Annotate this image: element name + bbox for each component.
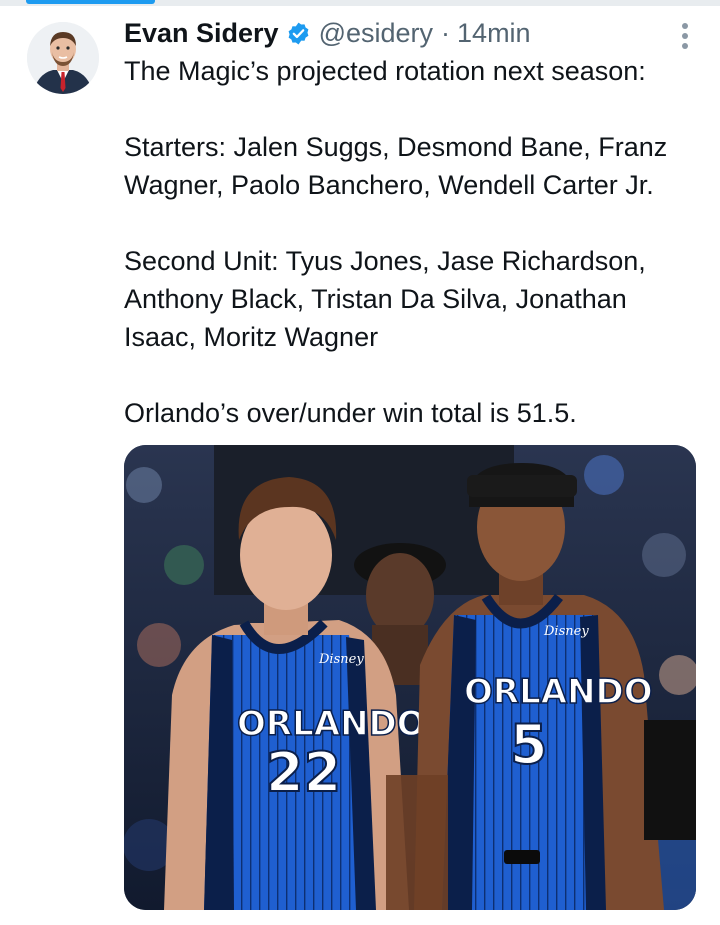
tweet-paragraph: Starters: Jalen Suggs, Desmond Bane, Fra…	[124, 132, 668, 200]
left-jersey-sponsor: Disney	[318, 652, 364, 667]
tweet: Evan Sidery @esidery · 14min The Magic’s…	[124, 14, 699, 432]
more-options-icon[interactable]	[681, 22, 689, 50]
players-photo: ORLANDO 22 Disney ORLANDO 5 Disney	[124, 445, 696, 910]
author-name[interactable]: Evan Sidery	[124, 18, 279, 49]
tweet-paragraph: Second Unit: Tyus Jones, Jase Richardson…	[124, 246, 646, 352]
tweet-text: The Magic’s projected rotation next seas…	[124, 52, 699, 432]
tweet-timestamp[interactable]: 14min	[457, 18, 531, 49]
header-separator: ·	[441, 17, 451, 48]
left-jersey-number: 22	[266, 741, 341, 804]
avatar[interactable]	[27, 22, 99, 94]
left-jersey-team: ORLANDO	[237, 704, 426, 744]
tab-indicator	[26, 0, 155, 4]
tweet-paragraph: The Magic’s projected rotation next seas…	[124, 56, 646, 86]
tweet-paragraph: Orlando’s over/under win total is 51.5.	[124, 398, 577, 428]
tweet-header: Evan Sidery @esidery · 14min	[124, 14, 699, 52]
tweet-photo[interactable]: ORLANDO 22 Disney ORLANDO 5 Disney	[124, 445, 696, 910]
author-handle[interactable]: @esidery	[319, 18, 433, 49]
right-jersey-number: 5	[510, 713, 548, 776]
avatar-portrait	[27, 22, 99, 94]
verified-badge-icon[interactable]	[286, 21, 311, 46]
right-jersey-sponsor: Disney	[543, 624, 589, 639]
right-jersey-team: ORLANDO	[464, 672, 653, 712]
